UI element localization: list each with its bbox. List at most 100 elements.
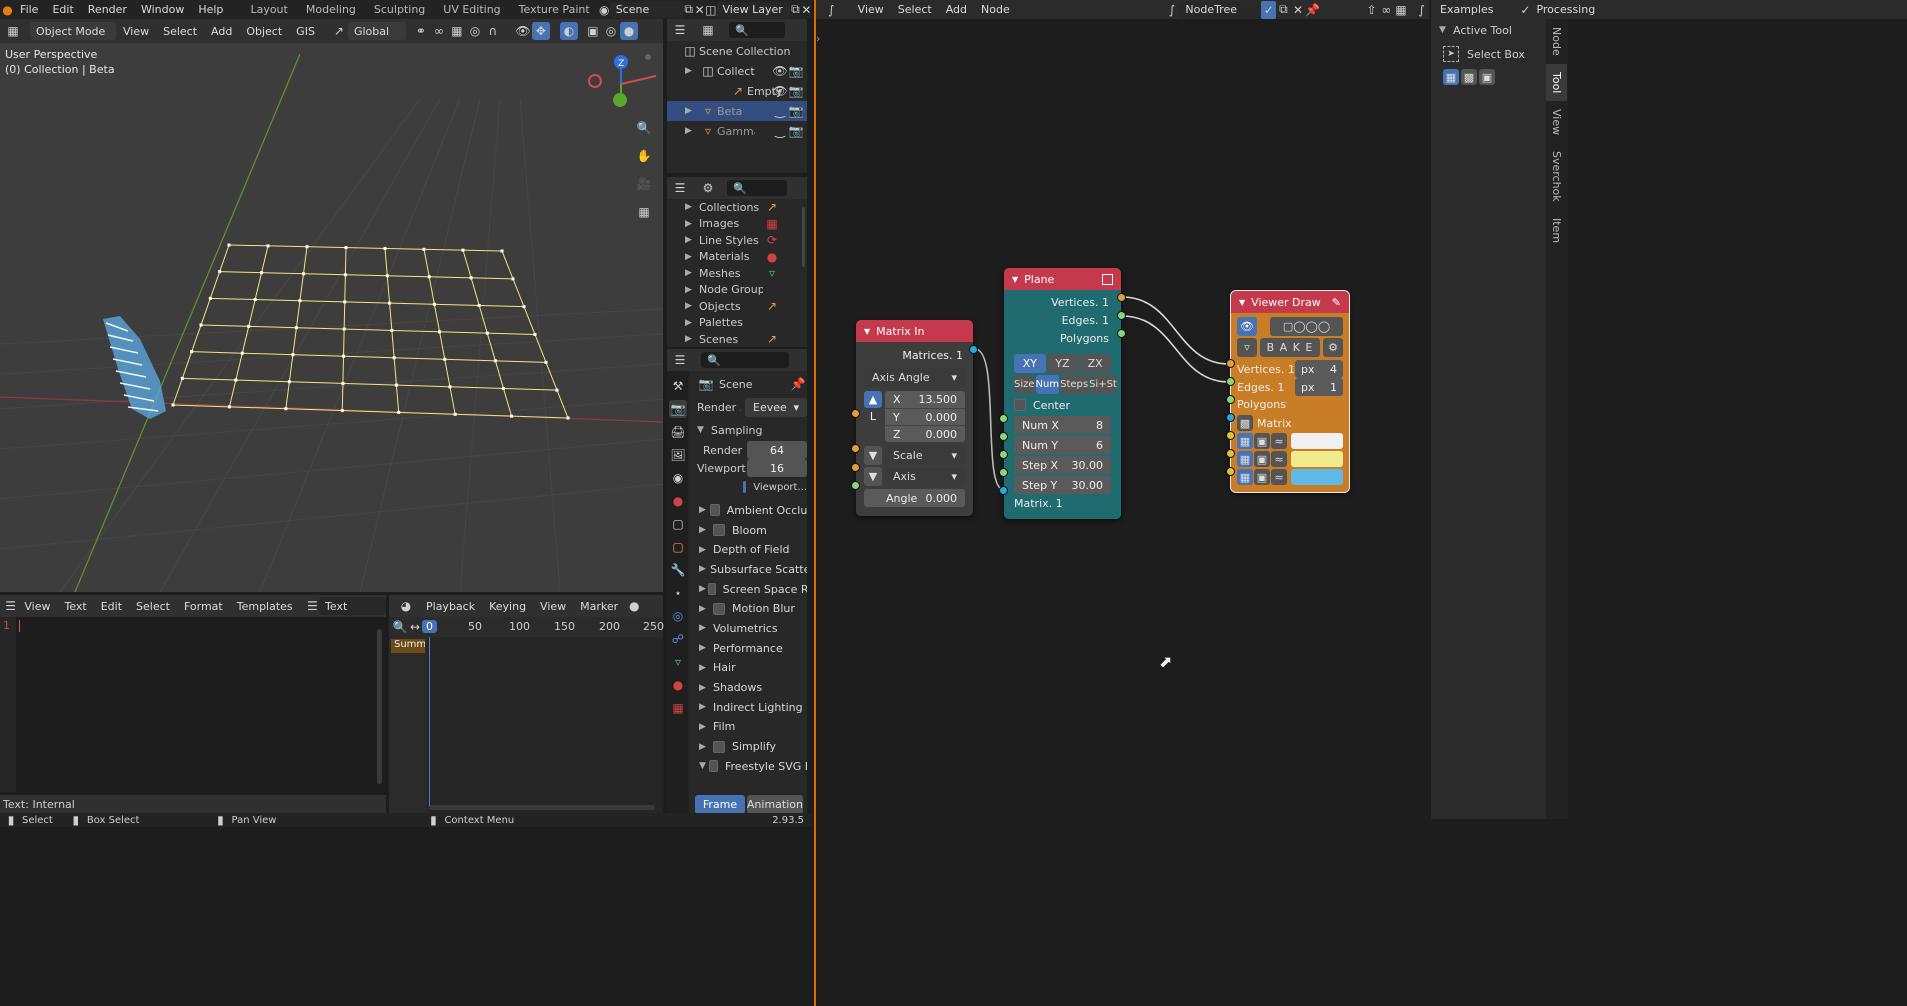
panel-4[interactable]: ▶ Screen Space Reflections — [691, 580, 807, 600]
angle-field[interactable]: Angle 0.000 — [864, 489, 965, 507]
pan-hand-icon[interactable]: ✋ — [633, 145, 655, 167]
copy-view-layer-icon[interactable]: ⧉ — [790, 1, 801, 19]
render-tab-icon[interactable]: 📷 — [669, 400, 687, 418]
menu-window[interactable]: Window — [134, 3, 191, 16]
menu-templates[interactable]: Templates — [230, 600, 300, 613]
edges-socket[interactable] — [1226, 377, 1235, 386]
copy-scene-icon[interactable]: ⧉ — [683, 1, 694, 19]
material-tab-icon[interactable]: ● — [669, 676, 687, 694]
expand-triangle-icon[interactable]: ▶ — [685, 252, 699, 262]
node-header[interactable]: ▼ Plane — [1004, 268, 1121, 290]
scrollbar[interactable] — [802, 207, 805, 267]
workspace-tab-uv-editing[interactable]: UV Editing — [434, 3, 509, 16]
panel-8[interactable]: ▶ Hair — [691, 659, 807, 679]
collapse-triangle-icon[interactable]: ▼ — [1012, 275, 1018, 284]
menu-text[interactable]: Text — [57, 600, 93, 613]
mode-size[interactable]: Size — [1014, 375, 1035, 394]
editor-type-icon[interactable]: ☰ — [4, 597, 17, 615]
tab-sverchok[interactable]: Sverchok — [1546, 143, 1567, 210]
menu-render[interactable]: Render — [81, 3, 134, 16]
output-tab-icon[interactable]: 🖨 — [669, 423, 687, 441]
datablock-item-1[interactable]: ▶ Images ▦ — [667, 216, 799, 233]
panel-enable-checkbox[interactable] — [713, 740, 725, 753]
polygon-option-icon[interactable]: ≈ — [1271, 469, 1287, 485]
node-header[interactable]: ▼ Matrix In — [856, 320, 973, 342]
close-icon[interactable]: ✕ — [694, 1, 705, 19]
panel-12[interactable]: ▶ Simplify — [691, 737, 807, 757]
tab-view[interactable]: View — [1546, 101, 1567, 143]
edge-shade-icon[interactable]: ▣ — [1254, 451, 1270, 467]
datablock-item-4[interactable]: ▶ Meshes ▿ — [667, 265, 799, 282]
expand-triangle-icon[interactable]: ▶ — [685, 126, 699, 136]
tab-node[interactable]: Node — [1546, 19, 1567, 64]
panel-10[interactable]: ▶ Indirect Lighting — [691, 698, 807, 718]
timeline[interactable]: ◕ Playback Keying View Marker ● 🔍 ↔ 0 50… — [389, 595, 664, 813]
search-input[interactable]: 🔍 — [729, 22, 785, 38]
object-tab-icon[interactable]: ▢ — [669, 538, 687, 556]
mesh-icon[interactable]: ▿ — [1237, 338, 1257, 357]
text-name-field[interactable]: Text — [319, 597, 386, 615]
scale-socket[interactable] — [851, 444, 860, 453]
expand-triangle-icon[interactable]: ▶ — [685, 235, 699, 245]
blend-file-browser[interactable]: ☰ ⚙ 🔍 ▶ Collections ↗ ▶ Images ▦ ▶ Line Styles ⟳… — [667, 177, 807, 347]
menu-edit[interactable]: Edit — [45, 3, 80, 16]
scene-selector[interactable]: Scene — [609, 1, 684, 18]
summary-channel[interactable]: Summary — [391, 639, 425, 653]
data-tab-icon[interactable]: ▿ — [669, 653, 687, 671]
node-viewer-draw[interactable]: ▼ Viewer Draw ✎ 👁 ▢◯◯◯ ▿ B A K E ⚙ Vertice… — [1226, 290, 1350, 493]
sampling-panel-header[interactable]: ▼ Sampling — [691, 419, 807, 441]
panel-6[interactable]: ▶ Volumetrics — [691, 619, 807, 639]
panel-13[interactable]: ▼ Freestyle SVG Export — [691, 757, 807, 777]
view-layer-selector[interactable]: View Layer — [716, 1, 790, 18]
scene-collection-row[interactable]: ◫ Scene Collection — [667, 41, 807, 61]
frame-ruler[interactable]: 🔍 ↔ 0 50 100 150 200 250 — [389, 617, 664, 637]
panel-3[interactable]: ▶ Subsurface Scattering — [691, 560, 807, 580]
navigation-gizmo[interactable]: Z — [588, 54, 657, 107]
expand-triangle-icon[interactable]: ▶ — [685, 202, 699, 212]
expand-triangle-icon[interactable]: ▶ — [685, 219, 699, 229]
menu-file[interactable]: File — [13, 3, 45, 16]
polygons-socket[interactable] — [1117, 329, 1126, 338]
menu-marker[interactable]: Marker — [573, 600, 625, 613]
workspace-tab-modeling[interactable]: Modeling — [297, 3, 365, 16]
active-tool-panel-header[interactable]: ▼ Active Tool — [1431, 19, 1546, 41]
close-icon[interactable]: ✕ — [801, 1, 812, 19]
horizontal-scrollbar[interactable] — [429, 805, 655, 810]
display-mode-icons[interactable]: ▢◯◯◯ — [1270, 317, 1343, 336]
view-layer-icon[interactable]: ◫ — [705, 1, 716, 19]
vertex-color-socket[interactable] — [1226, 431, 1235, 440]
angle-socket[interactable] — [851, 481, 860, 490]
view-layer-tab-icon[interactable]: 🖼 — [669, 446, 687, 464]
datablock-item-2[interactable]: ▶ Line Styles ⟳ — [667, 232, 799, 249]
collapse-triangle-icon[interactable]: ▼ — [1239, 298, 1245, 307]
menu-view[interactable]: View — [533, 600, 573, 613]
texture-tab-icon[interactable]: ▦ — [669, 699, 687, 717]
outliner-item-0[interactable]: ▶◫Collection👁📷 — [667, 61, 807, 81]
viewport-samples-field[interactable]: 16 — [747, 459, 807, 477]
menu-format[interactable]: Format — [177, 600, 230, 613]
workspace-tab-texture-paint[interactable]: Texture Paint — [510, 3, 599, 16]
vertex-shade-icon[interactable]: ▣ — [1254, 433, 1270, 449]
text-datablock-icon[interactable]: ☰ — [306, 597, 319, 615]
editor-type-icon[interactable]: ☰ — [671, 21, 689, 39]
num-x-field[interactable]: Num X 8 — [1014, 416, 1111, 434]
eye-icon[interactable]: 👁 — [1237, 317, 1257, 336]
matrix-icon[interactable]: ▩ — [1237, 415, 1253, 431]
scene-tab-icon[interactable]: ◉ — [669, 469, 687, 487]
workspace-tab-sculpting[interactable]: Sculpting — [365, 3, 434, 16]
expand-triangle-icon[interactable]: ▶ — [685, 334, 699, 344]
expand-triangle-icon[interactable]: ▶ — [685, 268, 699, 278]
mode-select[interactable]: Axis Angle ▾ — [864, 368, 965, 387]
3d-viewport[interactable]: ▦ Object Mode View Select Add Object GIS… — [0, 19, 663, 592]
expand-triangle-icon[interactable]: ▶ — [685, 106, 699, 116]
checkmark-icon[interactable]: ✓ — [1516, 1, 1534, 19]
workspace-tab-layout[interactable]: Layout — [241, 3, 296, 16]
step-y-socket[interactable] — [999, 468, 1008, 477]
render-samples-field[interactable]: 64 — [747, 441, 807, 459]
vertex-size-field[interactable]: px 4 — [1295, 360, 1343, 378]
vertex-color-swatch[interactable] — [1291, 433, 1343, 449]
render-engine-select[interactable]: Eevee ▾ — [745, 397, 807, 417]
collapse-triangle-icon[interactable]: ▼ — [864, 327, 870, 336]
editor-type-icon[interactable]: ☰ — [671, 351, 689, 369]
scene-icon[interactable]: ◉ — [599, 1, 610, 19]
